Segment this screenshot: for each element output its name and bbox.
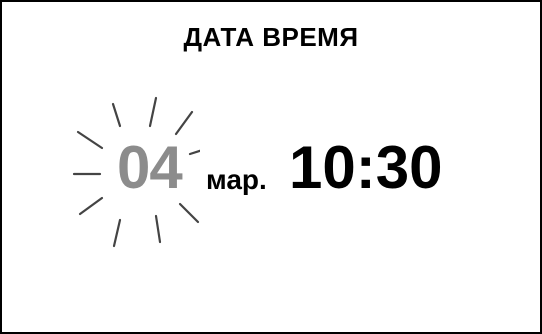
ray-top bbox=[148, 96, 158, 128]
ray-lower-left bbox=[78, 196, 104, 216]
ray-top-left bbox=[111, 102, 122, 128]
ray-bottom bbox=[154, 214, 162, 244]
screen-title: ДАТА ВРЕМЯ bbox=[183, 22, 359, 52]
time-field[interactable]: 10:30 bbox=[289, 138, 442, 198]
ray-top-right bbox=[174, 110, 194, 136]
month-field[interactable]: мар. bbox=[206, 166, 267, 194]
day-field[interactable]: 04 bbox=[117, 138, 183, 198]
ray-lower-right bbox=[178, 202, 200, 224]
ray-right bbox=[188, 149, 200, 156]
ray-upper-left bbox=[76, 130, 104, 150]
ray-bottom-left bbox=[112, 218, 122, 248]
date-time-screen: ДАТА ВРЕМЯ 04 мар. 10:30 bbox=[0, 0, 542, 334]
